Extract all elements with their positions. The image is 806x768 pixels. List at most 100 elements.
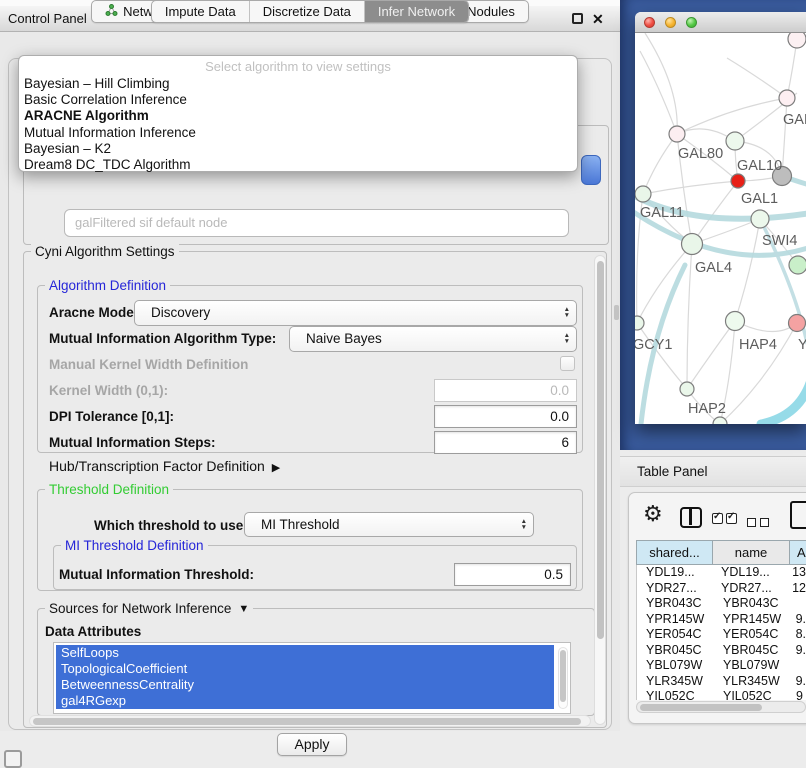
- hub-definition-expander[interactable]: Hub/Transcription Factor Definition▶: [49, 458, 280, 474]
- node-label-hap4: HAP4: [739, 337, 777, 353]
- collapse-down-icon: ▼: [238, 603, 249, 615]
- table-row[interactable]: YDR27...YDR27...12: [637, 581, 806, 597]
- settings-vertical-scrollbar[interactable]: [594, 255, 606, 725]
- combo-stepper-icon: ▲▼: [564, 307, 570, 319]
- table-row[interactable]: YBR045CYBR045C9.: [637, 643, 806, 659]
- algorithm-option-mutual-information-inference[interactable]: Mutual Information Inference: [19, 125, 577, 141]
- network-edge: [727, 58, 787, 98]
- algorithm-option-basic-correlation-inference[interactable]: Basic Correlation Inference: [19, 92, 577, 108]
- column-header-a[interactable]: A: [790, 540, 806, 565]
- mi-threshold-label: Mutual Information Threshold:: [59, 567, 254, 582]
- list-scrollbar[interactable]: [558, 647, 568, 709]
- column-layout-icon[interactable]: [680, 507, 702, 528]
- network-node-gal1[interactable]: [731, 174, 745, 188]
- algorithm-option-aracne-algorithm[interactable]: ARACNE Algorithm: [19, 108, 577, 124]
- algorithm-option-dream8-dc-tdc-algorithm[interactable]: Dream8 DC_TDC Algorithm: [19, 157, 577, 173]
- table-body: YDL19...YDL19...13YDR27...YDR27...12YBR0…: [636, 565, 806, 700]
- network-node-gal80[interactable]: [669, 126, 685, 142]
- select-all-icon[interactable]: [712, 511, 740, 529]
- mi-type-combobox[interactable]: Naive Bayes ▲▼: [289, 326, 577, 352]
- algorithm-option-bayesian-hill-climbing[interactable]: Bayesian – Hill Climbing: [19, 76, 577, 92]
- apply-button[interactable]: Apply: [277, 733, 347, 756]
- column-header-shared[interactable]: shared...: [636, 540, 713, 565]
- table-row[interactable]: YPR145WYPR145W9.: [637, 612, 806, 628]
- network-node[interactable]: [788, 33, 806, 48]
- cyni-mode-tabs: Impute DataDiscretize DataInfer Network: [151, 0, 469, 23]
- table-cell: YPR145W: [637, 612, 714, 628]
- table-row[interactable]: YIL052CYIL052C9: [637, 689, 806, 700]
- minimize-traffic-light-icon[interactable]: [665, 17, 676, 28]
- network-node-y[interactable]: [789, 315, 806, 332]
- network-node-gal11[interactable]: [635, 186, 651, 202]
- table-row[interactable]: YLR345WYLR345W9.: [637, 674, 806, 690]
- horizontal-scrollbar-thumb[interactable]: [33, 718, 581, 725]
- table-cell: 9.: [791, 612, 806, 628]
- gear-icon[interactable]: ⚙: [643, 501, 663, 527]
- kernel-width-field: 0.0: [434, 379, 577, 402]
- network-node-gal10[interactable]: [726, 132, 744, 150]
- tab-discretize-data[interactable]: Discretize Data: [249, 1, 364, 22]
- which-threshold-combobox[interactable]: MI Threshold ▲▼: [244, 512, 534, 537]
- table-row[interactable]: YDL19...YDL19...13: [637, 565, 806, 581]
- network-edge: [782, 98, 787, 176]
- table-cell: [791, 658, 796, 674]
- network-node-gal[interactable]: [779, 90, 795, 106]
- table-row[interactable]: YBR043CYBR043C: [637, 596, 806, 612]
- network-node-swi4[interactable]: [751, 210, 769, 228]
- deselect-all-icon[interactable]: [747, 514, 773, 532]
- network-window-titlebar[interactable]: [635, 12, 806, 33]
- network-edge: [687, 244, 692, 389]
- close-traffic-light-icon[interactable]: [644, 17, 655, 28]
- table-icon[interactable]: [790, 501, 806, 529]
- network-node[interactable]: [713, 417, 727, 424]
- network-canvas[interactable]: GAL80GAL10GAL1GAL11SWI4GAL4GCY1HAP4YHAP2…: [635, 33, 806, 424]
- attribute-item-topologicalcoefficient[interactable]: TopologicalCoefficient: [56, 661, 554, 677]
- table-scrollbar-thumb[interactable]: [640, 704, 762, 711]
- network-node[interactable]: [789, 256, 806, 274]
- network-edge: [645, 33, 677, 134]
- sources-title[interactable]: Sources for Network Inference▼: [45, 601, 253, 616]
- settings-horizontal-scrollbar[interactable]: [29, 715, 591, 727]
- table-row[interactable]: YBL079WYBL079W: [637, 658, 806, 674]
- table-cell: YBR045C: [637, 643, 714, 659]
- minimized-panel-button[interactable]: [4, 750, 22, 768]
- table-row[interactable]: YER054CYER054C8.: [637, 627, 806, 643]
- attribute-item-gal4rgexp[interactable]: gal4RGexp: [56, 693, 554, 709]
- network-node-hap4[interactable]: [726, 312, 745, 331]
- network-node-hap2[interactable]: [680, 382, 694, 396]
- table-cell: 9: [791, 689, 803, 700]
- table-cell: 8.: [791, 627, 806, 643]
- panel-splitter-handle[interactable]: [614, 305, 619, 320]
- data-attributes-label: Data Attributes: [45, 624, 141, 639]
- table-cell: [791, 596, 796, 612]
- node-label-gal11: GAL11: [640, 205, 684, 221]
- vertical-scrollbar-thumb[interactable]: [597, 261, 604, 639]
- network-node-gal4[interactable]: [682, 234, 703, 255]
- network-node-gcy1[interactable]: [635, 316, 644, 330]
- hub-definition-label: Hub/Transcription Factor Definition: [49, 458, 265, 474]
- table-cell: YLR345W: [637, 674, 714, 690]
- mi-steps-field[interactable]: 6: [434, 431, 577, 454]
- list-scrollbar-thumb[interactable]: [560, 650, 566, 702]
- table-cell: YDL19...: [637, 565, 712, 581]
- tab-impute-data[interactable]: Impute Data: [152, 1, 249, 22]
- aracne-mode-combobox[interactable]: Discovery ▲▼: [134, 300, 577, 326]
- screenshot-root: { "icons": { "close": "✕", "gear": "⚙", …: [0, 0, 806, 762]
- threshold-definition-title: Threshold Definition: [45, 482, 173, 497]
- combo-stepper-icon: ▲▼: [564, 333, 570, 345]
- zoom-traffic-light-icon[interactable]: [686, 17, 697, 28]
- algorithm-option-bayesian-k2[interactable]: Bayesian – K2: [19, 141, 577, 157]
- combo-stepper-icon: ▲▼: [521, 519, 527, 531]
- attribute-item-selfloops[interactable]: SelfLoops: [56, 645, 554, 661]
- combo-stepper-button[interactable]: [581, 155, 601, 185]
- column-header-name[interactable]: name: [713, 540, 790, 565]
- table-cell: YBL079W: [714, 658, 791, 674]
- network-selection-combobox[interactable]: galFiltered sif default node: [64, 209, 569, 237]
- attribute-item-betweennesscentrality[interactable]: BetweennessCentrality: [56, 677, 554, 693]
- network-edge-highlighted: [761, 377, 806, 424]
- mi-threshold-field[interactable]: 0.5: [454, 563, 571, 586]
- table-horizontal-scrollbar[interactable]: [636, 701, 806, 713]
- data-attributes-list[interactable]: SelfLoopsTopologicalCoefficientBetweenne…: [53, 642, 571, 714]
- dpi-tolerance-field[interactable]: 0.0: [434, 405, 577, 428]
- tab-infer-network[interactable]: Infer Network: [364, 1, 468, 22]
